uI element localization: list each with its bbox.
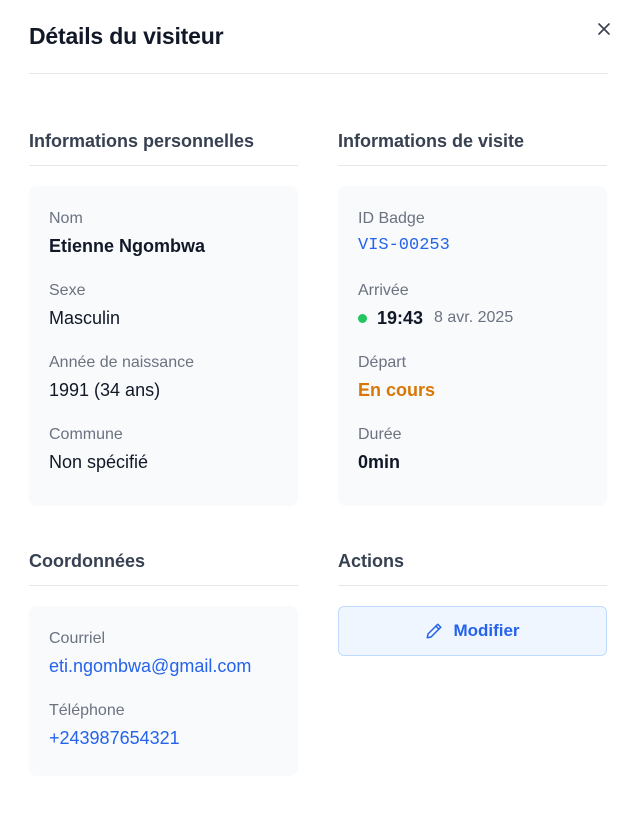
status-dot-icon — [358, 313, 367, 323]
birth-year-label: Année de naissance — [49, 354, 194, 371]
contact-title: Coordonnées — [29, 546, 298, 586]
name-label: Nom — [49, 210, 83, 227]
edit-button-label: Modifier — [453, 621, 520, 640]
commune-label: Commune — [49, 426, 123, 443]
sex-value: Masculin — [49, 308, 121, 328]
arrival-date: 8 avr. 2025 — [434, 309, 514, 326]
departure-value: En cours — [358, 380, 436, 400]
phone-label: Téléphone — [49, 702, 125, 719]
visit-info-section: Informations de visite ID Badge VIS-0025… — [338, 126, 607, 506]
contact-section: Coordonnées Courriel eti.ngombwa@gmail.c… — [29, 546, 298, 776]
duration-value: 0min — [358, 452, 401, 472]
email-link[interactable]: eti.ngombwa@gmail.com — [49, 654, 278, 678]
duration-field: Durée 0min — [358, 424, 587, 474]
duration-label: Durée — [358, 426, 402, 443]
visit-info-card: ID Badge VIS-00253 Arrivée 19:43 8 avr. … — [338, 186, 607, 506]
badge-value: VIS-00253 — [358, 236, 450, 255]
actions-title: Actions — [338, 546, 607, 586]
close-icon — [598, 23, 610, 35]
arrival-label: Arrivée — [358, 282, 409, 299]
email-field: Courriel eti.ngombwa@gmail.com — [49, 628, 278, 678]
personal-info-section: Informations personnelles Nom Etienne Ng… — [29, 126, 298, 506]
details-grid: Informations personnelles Nom Etienne Ng… — [29, 126, 608, 776]
email-label: Courriel — [49, 630, 106, 647]
commune-field: Commune Non spécifié — [49, 424, 278, 474]
sex-field: Sexe Masculin — [49, 280, 278, 330]
badge-field: ID Badge VIS-00253 — [358, 208, 587, 258]
phone-field: Téléphone +243987654321 — [49, 700, 278, 750]
visitor-details-modal: Détails du visiteur Informations personn… — [0, 0, 637, 825]
departure-label: Départ — [358, 354, 407, 371]
page-title: Détails du visiteur — [29, 23, 224, 49]
contact-card: Courriel eti.ngombwa@gmail.com Téléphone… — [29, 606, 298, 776]
pencil-icon — [426, 623, 442, 639]
arrival-field: Arrivée 19:43 8 avr. 2025 — [358, 280, 587, 330]
personal-info-title: Informations personnelles — [29, 126, 298, 166]
name-field: Nom Etienne Ngombwa — [49, 208, 278, 258]
edit-button[interactable]: Modifier — [338, 606, 607, 656]
actions-section: Actions Modifier — [338, 546, 607, 776]
departure-field: Départ En cours — [358, 352, 587, 402]
sex-label: Sexe — [49, 282, 86, 299]
arrival-value: 19:43 8 avr. 2025 — [358, 306, 587, 330]
visit-info-title: Informations de visite — [338, 126, 607, 166]
modal-header: Détails du visiteur — [29, 0, 608, 74]
close-button[interactable] — [593, 18, 615, 40]
arrival-time: 19:43 — [377, 308, 424, 328]
personal-info-card: Nom Etienne Ngombwa Sexe Masculin Année … — [29, 186, 298, 506]
badge-label: ID Badge — [358, 210, 425, 227]
birth-year-field: Année de naissance 1991 (34 ans) — [49, 352, 278, 402]
commune-value: Non spécifié — [49, 452, 149, 472]
birth-year-value: 1991 (34 ans) — [49, 380, 161, 400]
phone-link[interactable]: +243987654321 — [49, 726, 278, 750]
name-value: Etienne Ngombwa — [49, 236, 206, 256]
